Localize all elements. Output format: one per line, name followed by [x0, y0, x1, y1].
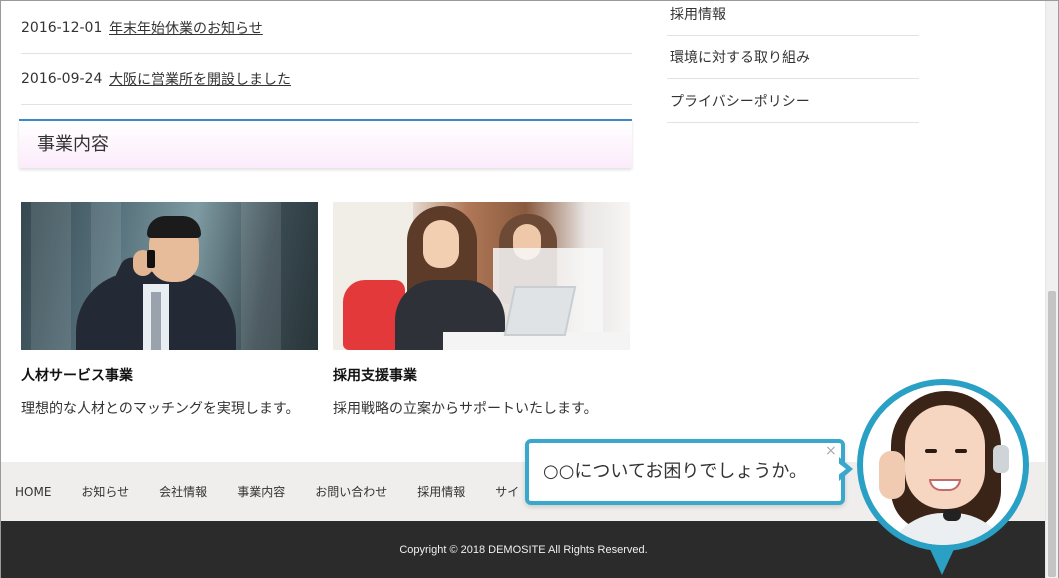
news-date: 2016-12-01 — [21, 20, 103, 36]
close-icon[interactable]: × — [825, 443, 837, 459]
business-title[interactable]: 人材サービス事業 — [21, 365, 318, 385]
businessman-photo[interactable] — [21, 202, 318, 350]
sidebar-link-privacy[interactable]: プライバシーポリシー — [667, 80, 919, 123]
news-title-link[interactable]: 年末年始休業のお知らせ — [109, 18, 263, 38]
scrollbar-thumb[interactable] — [1048, 291, 1056, 577]
sidebar-link-recruit[interactable]: 採用情報 — [667, 0, 919, 36]
chat-bubble-tail-inner — [837, 462, 846, 476]
business-card: 人材サービス事業 理想的な人材とのマッチングを実現します。 — [21, 202, 318, 418]
news-date: 2016-09-24 — [21, 71, 103, 87]
footer-link-news[interactable]: お知らせ — [81, 483, 129, 500]
section-heading: 事業内容 — [19, 119, 632, 168]
operator-avatar-tail — [929, 547, 955, 575]
footer-link-company[interactable]: 会社情報 — [159, 483, 207, 500]
office-women-photo[interactable] — [333, 202, 630, 350]
business-description: 採用戦略の立案からサポートいたします。 — [333, 401, 598, 417]
business-card: 採用支援事業 採用戦略の立案からサポートいたします。 — [333, 202, 630, 418]
business-title[interactable]: 採用支援事業 — [333, 365, 630, 385]
news-item: 2016-09-24 大阪に営業所を開設しました — [21, 54, 632, 105]
news-title-link[interactable]: 大阪に営業所を開設しました — [109, 69, 291, 89]
footer-link-contact[interactable]: お問い合わせ — [315, 483, 387, 500]
operator-avatar[interactable] — [857, 379, 1029, 551]
chat-bubble[interactable]: ○○についてお困りでしょうか。 — [525, 439, 845, 505]
business-description: 理想的な人材とのマッチングを実現します。 — [21, 401, 300, 417]
footer-link-sitemap[interactable]: サイ — [495, 483, 519, 500]
scrollbar[interactable] — [1045, 1, 1058, 578]
sidebar-link-environment[interactable]: 環境に対する取り組み — [667, 36, 919, 79]
footer-link-business[interactable]: 事業内容 — [237, 483, 285, 500]
footer-link-home[interactable]: HOME — [15, 485, 51, 499]
footer-link-recruit[interactable]: 採用情報 — [417, 483, 465, 500]
news-item: 2016-12-01 年末年始休業のお知らせ — [21, 3, 632, 54]
